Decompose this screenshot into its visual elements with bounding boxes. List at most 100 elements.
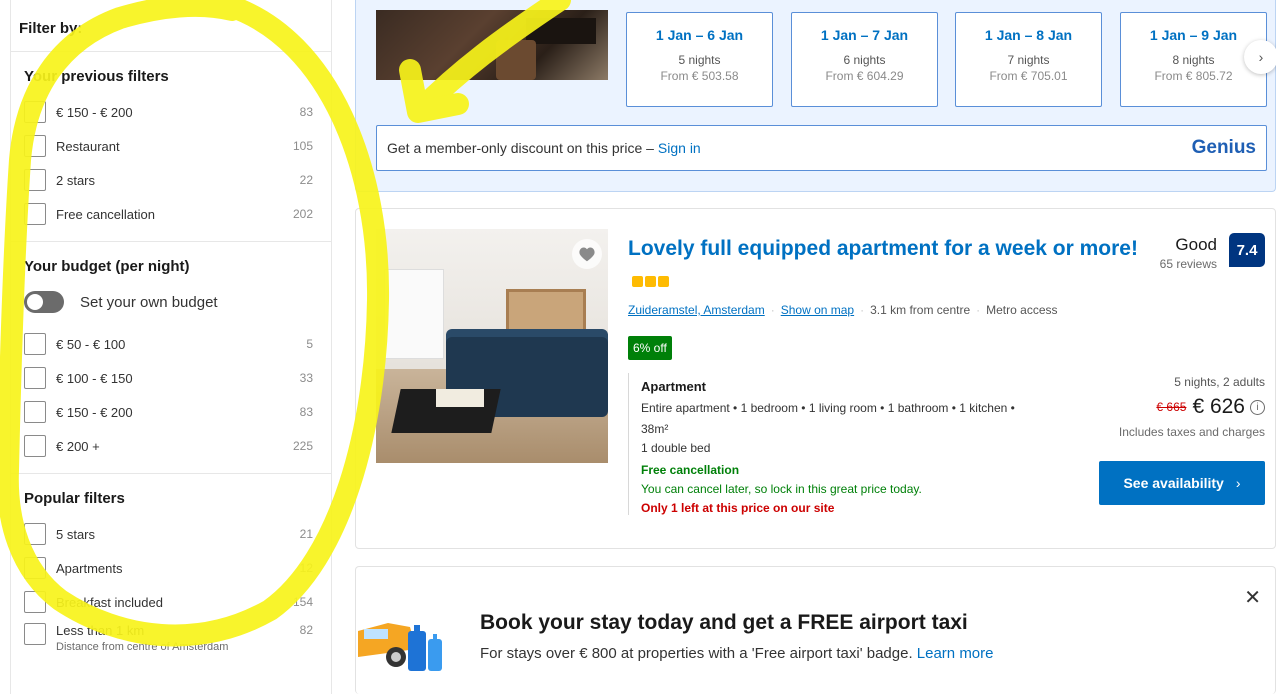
filter-option[interactable]: € 200 + 225 (24, 429, 331, 463)
previous-filters-section: Your previous filters € 150 - € 200 83 R… (11, 52, 331, 242)
date-range: 1 Jan – 7 Jan (820, 27, 909, 43)
filter-option[interactable]: € 50 - € 100 5 (24, 327, 331, 361)
own-budget-toggle-row[interactable]: Set your own budget (24, 285, 331, 319)
bed-info: 1 double bed (641, 441, 711, 455)
filter-option[interactable]: € 150 - € 200 83 (24, 95, 331, 129)
budget-title: Your budget (per night) (24, 258, 190, 275)
filter-option[interactable]: Restaurant 105 (24, 129, 331, 163)
date-nights: 6 nights (843, 53, 886, 67)
chair-shape (496, 40, 536, 80)
current-price: € 626 (1192, 395, 1245, 418)
previous-property-photo[interactable] (376, 10, 608, 80)
sign-in-link[interactable]: Sign in (658, 140, 701, 156)
filter-checkbox[interactable] (24, 623, 46, 645)
alternative-dates-panel: 1 Jan – 6 Jan 5 nights From € 503.58 1 J… (355, 0, 1276, 192)
member-discount-bar: Get a member-only discount on this price… (376, 125, 1267, 171)
taxi-luggage-icon (358, 623, 442, 671)
photo-book (436, 389, 484, 407)
filter-option[interactable]: 2 stars 22 (24, 163, 331, 197)
filter-checkbox[interactable] (24, 591, 46, 613)
member-discount-text: Get a member-only discount on this price… (387, 140, 654, 156)
filter-checkbox[interactable] (24, 523, 46, 545)
heart-icon (579, 247, 595, 262)
filter-count: 22 (299, 173, 313, 187)
filter-option[interactable]: 5 stars 21 (24, 517, 331, 551)
own-budget-toggle[interactable] (24, 291, 64, 313)
filter-label: € 150 - € 200 (56, 404, 133, 420)
star-icon (632, 276, 643, 287)
filter-checkbox[interactable] (24, 333, 46, 355)
date-nights: 5 nights (678, 53, 721, 67)
date-option-card[interactable]: 1 Jan – 7 Jan 6 nights From € 604.29 (791, 12, 938, 107)
filter-option[interactable]: Free cancellation 202 (24, 197, 331, 231)
property-photo[interactable] (376, 229, 608, 463)
filter-label: € 50 - € 100 (56, 336, 126, 352)
review-word: Good (1175, 235, 1217, 254)
stay-info: 5 nights, 2 adults (1174, 375, 1265, 389)
filter-option[interactable]: € 150 - € 200 83 (24, 395, 331, 429)
filter-count: 21 (299, 527, 313, 541)
save-to-wishlist-button[interactable] (572, 239, 602, 269)
date-from-price: From € 503.58 (660, 69, 739, 83)
learn-more-link[interactable]: Learn more (917, 645, 994, 662)
filter-option[interactable]: Breakfast included 154 (24, 585, 331, 619)
star-icon (645, 276, 656, 287)
date-from-price: From € 705.01 (989, 69, 1068, 83)
popular-filters-title: Popular filters (24, 490, 125, 507)
popular-filters-section: Popular filters 5 stars 21 Apartments 12… (11, 474, 331, 675)
property-title-link[interactable]: Lovely full equipped apartment for a wee… (628, 233, 1148, 300)
separator: · (770, 303, 775, 317)
filter-option[interactable]: Apartments 12 (24, 551, 331, 585)
filter-option[interactable]: € 100 - € 150 33 (24, 361, 331, 395)
scarcity-message: Only 1 left at this price on our site (641, 501, 835, 515)
filter-option[interactable]: Less than 1 km Distance from centre of A… (24, 619, 331, 665)
price-block: 5 nights, 2 adults € 665 € 626 i Include… (1119, 375, 1265, 439)
previous-filters-title: Your previous filters (24, 68, 169, 85)
deal-badge: 6% off (628, 336, 672, 360)
filter-label: € 200 + (56, 438, 100, 454)
property-title: Lovely full equipped apartment for a wee… (628, 237, 1138, 260)
filter-checkbox[interactable] (24, 135, 46, 157)
cancellation-note: You can cancel later, so lock in this gr… (641, 482, 922, 496)
next-dates-button[interactable]: › (1244, 40, 1276, 74)
room-details: Apartment Entire apartment • 1 bedroom •… (628, 373, 1015, 515)
close-icon[interactable]: ✕ (1244, 585, 1261, 610)
metro-access: Metro access (986, 303, 1058, 317)
filter-checkbox[interactable] (24, 401, 46, 423)
location-link[interactable]: Zuideramstel, Amsterdam (628, 303, 765, 317)
filter-checkbox[interactable] (24, 557, 46, 579)
separator: · (860, 303, 865, 317)
filter-checkbox[interactable] (24, 435, 46, 457)
filter-count: 83 (299, 405, 313, 419)
star-icon (658, 276, 669, 287)
filter-checkbox[interactable] (24, 169, 46, 191)
budget-section: Your budget (per night) Set your own bud… (11, 242, 331, 474)
see-availability-button[interactable]: See availability › (1099, 461, 1265, 505)
chevron-right-icon: › (1235, 475, 1241, 491)
filter-count: 82 (299, 623, 313, 637)
date-range: 1 Jan – 8 Jan (984, 27, 1073, 43)
separator: · (976, 303, 981, 317)
old-price: € 665 (1156, 400, 1187, 414)
review-count[interactable]: 65 reviews (1160, 257, 1217, 271)
filter-count: 12 (299, 561, 313, 575)
distance-text: 3.1 km from centre (870, 303, 971, 317)
filter-checkbox[interactable] (24, 101, 46, 123)
date-from-price: From € 604.29 (825, 69, 904, 83)
show-on-map-link[interactable]: Show on map (781, 303, 854, 317)
date-option-card[interactable]: 1 Jan – 6 Jan 5 nights From € 503.58 (626, 12, 773, 107)
free-cancellation: Free cancellation (641, 463, 740, 477)
chevron-right-icon: › (1258, 49, 1264, 65)
room-type: Apartment (641, 379, 707, 394)
filter-checkbox[interactable] (24, 367, 46, 389)
star-rating (632, 265, 671, 297)
filter-label: Restaurant (56, 138, 120, 154)
date-option-card[interactable]: 1 Jan – 8 Jan 7 nights From € 705.01 (955, 12, 1102, 107)
filter-label: € 100 - € 150 (56, 370, 133, 386)
filter-checkbox[interactable] (24, 203, 46, 225)
review-score-badge[interactable]: 7.4 (1229, 233, 1265, 267)
filter-label-group: Less than 1 km Distance from centre of A… (56, 623, 300, 653)
filter-label: 2 stars (56, 172, 96, 188)
own-budget-label: Set your own budget (80, 293, 218, 311)
info-icon[interactable]: i (1250, 399, 1265, 415)
